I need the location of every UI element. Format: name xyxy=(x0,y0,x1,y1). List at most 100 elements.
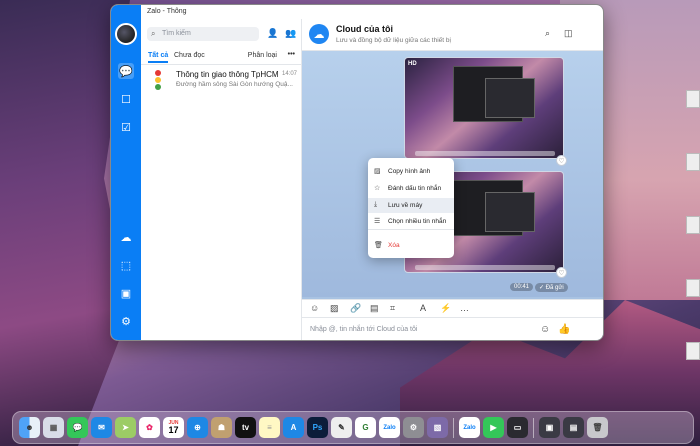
screenshot-window xyxy=(485,192,535,232)
menu-divider xyxy=(368,229,454,230)
menu-item-select-multiple[interactable]: ☰ Chọn nhiều tin nhắn xyxy=(368,214,454,229)
image-copy-icon: ▨ xyxy=(374,168,381,175)
search-input[interactable]: ⌕ Tìm kiếm xyxy=(147,27,259,41)
menu-item-copy-image[interactable]: ▨ Copy hình ảnh xyxy=(368,164,454,179)
avatar[interactable] xyxy=(115,23,137,45)
chat-icon[interactable]: 💬 xyxy=(118,63,134,79)
list-tabs: Tất cả Chưa đọc Phân loại ••• xyxy=(141,51,301,65)
trash-icon: 🗑 xyxy=(374,242,383,249)
screenshot-dock xyxy=(415,151,555,156)
facetime-icon[interactable]: ▶ xyxy=(483,417,504,438)
chat-header: ☁ Cloud của tôi Lưu và đồng bộ dữ liệu g… xyxy=(302,19,603,51)
yellow-light-icon xyxy=(155,77,161,83)
apple-tv-icon[interactable]: tv xyxy=(235,417,256,438)
filter-dropdown[interactable]: Phân loại xyxy=(248,52,277,59)
trash-icon[interactable]: 🗑 xyxy=(587,417,608,438)
menu-item-delete[interactable]: 🗑 Xóa xyxy=(368,238,454,253)
zalo-window: 💬 ☐ ☑ ☁ ⬚ ▣ ⚙ Zalo - Thông ⌕ Tìm kiếm 👤 … xyxy=(110,4,604,341)
star-icon: ☆ xyxy=(374,185,381,192)
traffic-light-avatar xyxy=(149,70,167,90)
context-menu: ▨ Copy hình ảnh ☆ Đánh dấu tin nhắn ⤓ Lư… xyxy=(368,158,454,258)
message-time: 00:41 xyxy=(510,283,534,291)
contacts-app-icon[interactable]: ☗ xyxy=(211,417,232,438)
attach-icon[interactable]: 🔗 xyxy=(350,303,361,314)
photoshop-icon[interactable]: Ps xyxy=(307,417,328,438)
tab-unread[interactable]: Chưa đọc xyxy=(174,52,205,59)
titlebar: Zalo - Thông xyxy=(111,5,603,19)
desktop-files xyxy=(686,90,700,405)
add-friend-icon[interactable]: 👤 xyxy=(267,28,278,39)
zalo-running-icon[interactable]: Zalo xyxy=(459,417,480,438)
list-item[interactable]: Thông tin giao thông TpHCM 14:07 Đường h… xyxy=(141,67,301,93)
card-icon[interactable]: ▤ xyxy=(370,303,379,314)
window-title: Zalo - Thông xyxy=(147,8,187,15)
format-icon[interactable]: A xyxy=(420,303,426,313)
zalo-icon[interactable]: Zalo xyxy=(379,417,400,438)
green-light-icon xyxy=(155,84,161,90)
cloud-icon[interactable]: ☁ xyxy=(118,229,134,245)
reaction-icon[interactable]: ♡ xyxy=(556,155,567,166)
quick-message-icon[interactable]: ⚡ xyxy=(440,303,451,314)
textedit-icon[interactable]: ✎ xyxy=(331,417,352,438)
image-icon[interactable]: ▨ xyxy=(330,303,339,314)
screenshot-window xyxy=(485,78,535,118)
chat-subtitle: Lưu và đồng bộ dữ liệu giữa các thiết bị xyxy=(336,37,451,44)
tab-all[interactable]: Tất cả xyxy=(148,52,169,63)
message-composer[interactable]: Nhập @, tin nhắn tới Cloud của tôi ☺ 👍 xyxy=(302,317,603,340)
window-thumbnail-icon[interactable]: ▤ xyxy=(563,417,584,438)
composer-placeholder: Nhập @, tin nhắn tới Cloud của tôi xyxy=(310,326,418,333)
desktop-file-icon[interactable] xyxy=(686,216,700,234)
mail-icon[interactable]: ✉ xyxy=(91,417,112,438)
search-icon[interactable]: ⌕ xyxy=(545,28,550,39)
emoji-icon[interactable]: ☺ xyxy=(540,324,550,335)
list-icon: ☰ xyxy=(374,218,381,225)
photos-icon[interactable]: ✿ xyxy=(139,417,160,438)
screen-thumbnail-icon[interactable]: ▭ xyxy=(507,417,528,438)
preview-icon[interactable]: ▧ xyxy=(427,417,448,438)
messages-icon[interactable]: 💬 xyxy=(67,417,88,438)
more-icon[interactable]: ••• xyxy=(288,51,295,58)
more-icon[interactable]: … xyxy=(460,303,469,313)
search-placeholder: Tìm kiếm xyxy=(162,30,191,37)
search-icon: ⌕ xyxy=(151,29,156,38)
settings-icon[interactable]: ⚙ xyxy=(118,313,134,329)
notes-icon[interactable]: ≡ xyxy=(259,417,280,438)
toolbox-icon[interactable]: ▣ xyxy=(118,285,134,301)
finder-icon[interactable]: ☻ xyxy=(19,417,40,438)
desktop-file-icon[interactable] xyxy=(686,279,700,297)
menu-item-mark-message[interactable]: ☆ Đánh dấu tin nhắn xyxy=(368,181,454,196)
menu-item-save-to-computer[interactable]: ⤓ Lưu về máy xyxy=(368,198,454,213)
dock-separator xyxy=(533,418,534,438)
todo-icon[interactable]: ☑ xyxy=(118,119,134,135)
screenshot-dock xyxy=(415,265,555,270)
red-light-icon xyxy=(155,70,161,76)
create-group-icon[interactable]: 👥 xyxy=(285,28,296,39)
contacts-icon[interactable]: ☐ xyxy=(118,91,134,107)
sticker-icon[interactable]: ☺ xyxy=(310,303,319,313)
dock-separator xyxy=(453,418,454,438)
nav-sidebar: 💬 ☐ ☑ ☁ ⬚ ▣ ⚙ xyxy=(111,5,141,340)
desktop-file-icon[interactable] xyxy=(686,153,700,171)
toggle-panel-icon[interactable]: ◫ xyxy=(564,28,573,39)
desktop-file-icon[interactable] xyxy=(686,90,700,108)
image-message[interactable]: HD xyxy=(404,57,564,159)
conversation-list-pane: ⌕ Tìm kiếm 👤 👥 Tất cả Chưa đọc Phân loại… xyxy=(141,19,302,340)
maps-icon[interactable]: ➤ xyxy=(115,417,136,438)
chrome-like-icon[interactable]: G xyxy=(355,417,376,438)
launchpad-icon[interactable]: ▦ xyxy=(43,417,64,438)
download-icon: ⤓ xyxy=(374,201,378,208)
desktop-file-icon[interactable] xyxy=(686,342,700,360)
calendar-icon[interactable]: JUN 17 xyxy=(163,417,184,438)
safari-icon[interactable]: ⊕ xyxy=(187,417,208,438)
capture-icon[interactable]: ⬚ xyxy=(118,257,134,273)
conversation-title: Thông tin giao thông TpHCM xyxy=(176,70,279,79)
macos-dock: ☻ ▦ 💬 ✉ ➤ ✿ JUN 17 ⊕ ☗ tv ≡ A Ps ✎ G Zal… xyxy=(12,411,694,444)
app-store-icon[interactable]: A xyxy=(283,417,304,438)
thumbs-up-icon[interactable]: 👍 xyxy=(558,324,570,335)
downloads-stack-icon[interactable]: ▣ xyxy=(539,417,560,438)
reaction-icon[interactable]: ♡ xyxy=(556,267,567,278)
composer-toolbar: ☺ ▨ 🔗 ▤ ⌗ A ⚡ … xyxy=(302,299,603,317)
screenshot-icon[interactable]: ⌗ xyxy=(390,303,395,314)
system-settings-icon[interactable]: ⚙ xyxy=(403,417,424,438)
chat-title: Cloud của tôi xyxy=(336,24,393,34)
